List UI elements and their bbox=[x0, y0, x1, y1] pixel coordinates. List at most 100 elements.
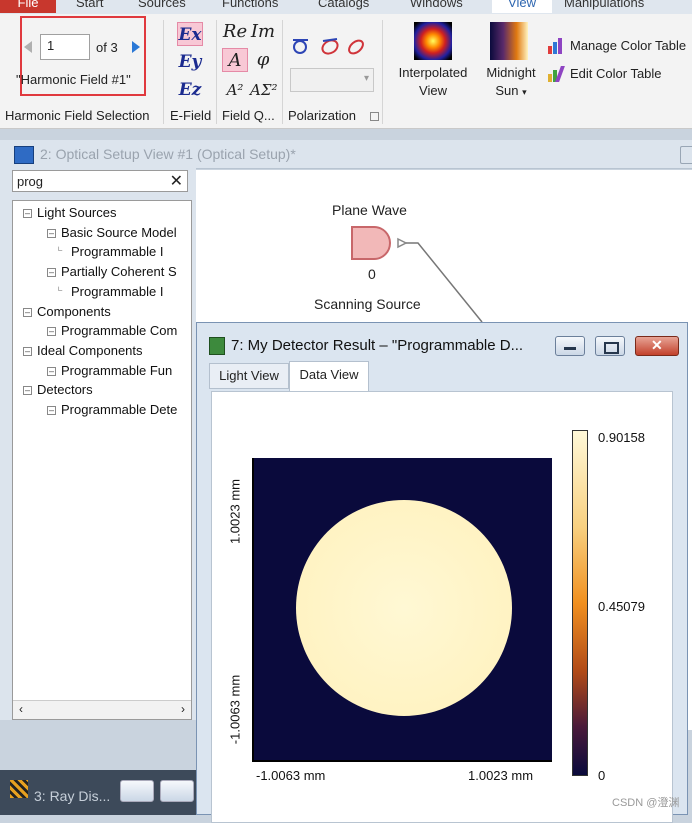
field-count-label: of 3 bbox=[96, 40, 118, 55]
plane-wave-node-icon[interactable] bbox=[351, 226, 391, 260]
x-right-label: 1.0023 mm bbox=[468, 768, 534, 783]
circular-polarization-icon[interactable] bbox=[320, 38, 340, 56]
collapse-toggle-icon[interactable]: – bbox=[47, 268, 56, 278]
tree-item[interactable]: Programmable Dete bbox=[61, 402, 177, 417]
tab-start[interactable]: Start bbox=[76, 0, 103, 13]
collapse-toggle-icon[interactable]: – bbox=[23, 307, 32, 317]
horizontal-scrollbar[interactable]: ‹ › bbox=[13, 700, 191, 719]
collapse-toggle-icon[interactable]: – bbox=[23, 209, 32, 218]
edit-color-table-icon[interactable] bbox=[548, 66, 566, 82]
tree-item[interactable]: Ideal Components bbox=[37, 343, 143, 358]
colorbar-max-label: 0.90158 bbox=[598, 430, 645, 445]
field-index-input[interactable]: 1 bbox=[40, 34, 90, 60]
plane-wave-index: 0 bbox=[368, 266, 376, 282]
interpolated-view-icon[interactable] bbox=[414, 22, 452, 60]
collapse-toggle-icon[interactable]: – bbox=[47, 228, 56, 238]
search-input[interactable]: prog ✕ bbox=[12, 170, 188, 192]
clear-search-icon[interactable]: ✕ bbox=[170, 171, 183, 191]
separator bbox=[216, 20, 217, 124]
tab-catalogs[interactable]: Catalogs bbox=[318, 0, 369, 13]
collapse-toggle-icon[interactable]: – bbox=[23, 386, 32, 396]
restore-button[interactable] bbox=[120, 780, 154, 802]
plane-wave-label: Plane Wave bbox=[332, 202, 407, 218]
ribbon-tab-bar: File Start Sources Functions Catalogs Wi… bbox=[0, 0, 692, 14]
tree-item[interactable]: Partially Coherent S bbox=[61, 264, 177, 279]
previous-field-icon[interactable] bbox=[24, 41, 32, 53]
y-bottom-label: -1.0063 mm bbox=[227, 674, 243, 745]
restore-button[interactable] bbox=[595, 336, 625, 356]
ray-distribution-window[interactable]: 3: Ray Dis... bbox=[0, 770, 196, 815]
amplitude-button[interactable]: A bbox=[222, 48, 248, 72]
detector-window-icon bbox=[209, 337, 225, 355]
colorbar bbox=[572, 430, 588, 776]
collapse-toggle-icon[interactable]: – bbox=[47, 406, 56, 415]
dialog-launcher-icon[interactable] bbox=[370, 112, 379, 121]
tab-functions[interactable]: Functions bbox=[222, 0, 278, 13]
total-intensity-button[interactable]: AΣ² bbox=[250, 78, 277, 102]
imag-part-button[interactable]: Im bbox=[250, 20, 276, 44]
interpolated-view-label[interactable]: Interpolated View bbox=[392, 64, 474, 100]
elliptical-polarization-icon[interactable] bbox=[347, 38, 366, 56]
tree-item[interactable]: Programmable I bbox=[71, 284, 163, 299]
tab-manipulations[interactable]: Manipulations bbox=[564, 0, 644, 13]
separator bbox=[382, 20, 383, 124]
collapse-toggle-icon[interactable]: – bbox=[47, 327, 56, 337]
tree-item[interactable]: Detectors bbox=[37, 382, 93, 397]
tree-item[interactable]: Light Sources bbox=[37, 205, 117, 220]
tree-connector: ⌞ bbox=[57, 238, 64, 254]
chevron-down-icon: ▾ bbox=[363, 73, 369, 84]
watermark: CSDN @澄渊 bbox=[612, 797, 680, 809]
detector-plot-area[interactable] bbox=[252, 458, 552, 762]
tab-file[interactable]: File bbox=[0, 0, 56, 13]
separator bbox=[282, 20, 283, 124]
linear-polarization-icon[interactable] bbox=[293, 39, 308, 54]
detector-titlebar[interactable]: 7: My Detector Result – "Programmable D.… bbox=[197, 323, 687, 363]
group-label-field-quantity: Field Q... bbox=[222, 108, 275, 123]
colorbar-mid-label: 0.45079 bbox=[598, 599, 645, 614]
scroll-right-icon[interactable]: › bbox=[181, 702, 185, 716]
midnight-sun-label[interactable]: Midnight Sun ▾ bbox=[478, 64, 544, 101]
tree-item[interactable]: Programmable Com bbox=[61, 323, 177, 338]
intensity-button[interactable]: A² bbox=[222, 78, 248, 102]
group-label-efield: E-Field bbox=[170, 108, 212, 123]
ez-button[interactable]: Ez bbox=[177, 78, 203, 102]
next-field-icon[interactable] bbox=[132, 41, 140, 53]
tab-windows[interactable]: Windows bbox=[410, 0, 463, 13]
real-part-button[interactable]: Re bbox=[222, 20, 248, 44]
scroll-left-icon[interactable]: ‹ bbox=[19, 702, 23, 716]
window-control[interactable] bbox=[680, 146, 692, 164]
catalog-tree: – Light Sources – Basic Source Model ⌞ Progra… bbox=[12, 200, 192, 720]
x-left-label: -1.0063 mm bbox=[256, 768, 326, 783]
collapse-toggle-icon[interactable]: – bbox=[23, 346, 32, 356]
tab-sources[interactable]: Sources bbox=[138, 0, 186, 13]
colorbar-min-label: 0 bbox=[598, 768, 606, 783]
ex-button[interactable]: Ex bbox=[177, 22, 203, 46]
phase-button[interactable]: φ bbox=[250, 48, 276, 72]
midnight-sun-icon[interactable] bbox=[490, 22, 528, 60]
group-label-harmonic: Harmonic Field Selection bbox=[5, 108, 150, 123]
chevron-down-icon: ▾ bbox=[522, 87, 527, 97]
close-button[interactable]: ✕ bbox=[635, 336, 679, 356]
detector-result-window: 7: My Detector Result – "Programmable D.… bbox=[196, 322, 688, 823]
ribbon: 1 of 3 "Harmonic Field #1" Harmonic Fiel… bbox=[0, 14, 692, 129]
collapse-toggle-icon[interactable]: – bbox=[47, 366, 56, 376]
ey-button[interactable]: Ey bbox=[177, 50, 203, 74]
tab-light-view[interactable]: Light View bbox=[209, 363, 289, 389]
manage-color-table-icon[interactable] bbox=[548, 38, 566, 54]
tab-data-view[interactable]: Data View bbox=[289, 361, 369, 391]
ex-label: Ex bbox=[178, 25, 202, 45]
tree-item[interactable]: Programmable I bbox=[71, 244, 163, 259]
field-name-label: "Harmonic Field #1" bbox=[16, 72, 131, 87]
tree-connector: ⌞ bbox=[57, 277, 64, 293]
manage-color-table-label[interactable]: Manage Color Table bbox=[570, 38, 686, 53]
search-value: prog bbox=[17, 174, 44, 189]
edit-color-table-label[interactable]: Edit Color Table bbox=[570, 66, 662, 81]
tab-view[interactable]: View bbox=[492, 0, 552, 13]
tree-item[interactable]: Basic Source Model bbox=[61, 225, 177, 240]
ray-window-title: 3: Ray Dis... bbox=[34, 788, 111, 804]
tree-item[interactable]: Programmable Fun bbox=[61, 363, 172, 378]
maximize-button[interactable] bbox=[160, 780, 194, 802]
polarization-dropdown[interactable]: ▾ bbox=[290, 68, 374, 92]
minimize-button[interactable] bbox=[555, 336, 585, 356]
tree-item[interactable]: Components bbox=[37, 304, 111, 319]
